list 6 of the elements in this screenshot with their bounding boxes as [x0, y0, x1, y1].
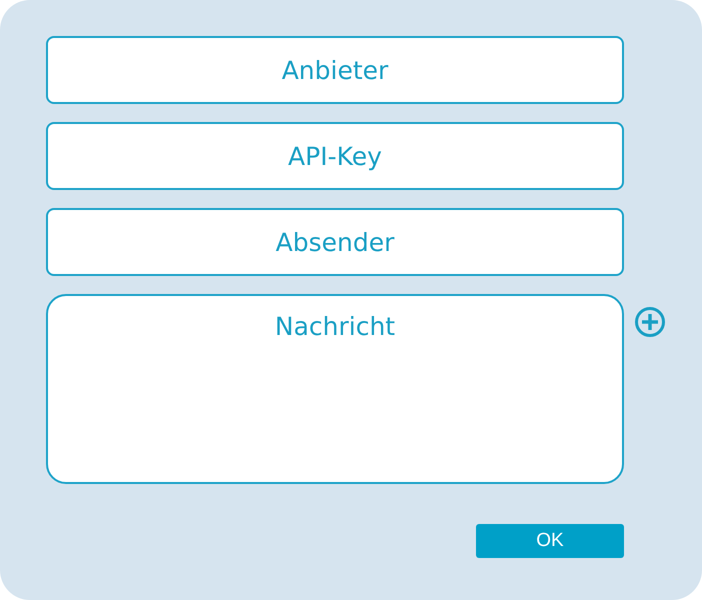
add-icon[interactable] — [634, 306, 666, 338]
input-field[interactable]: API-Key — [46, 122, 624, 190]
message-field[interactable]: Nachricht — [46, 294, 624, 484]
input-field[interactable]: Anbieter — [46, 36, 624, 104]
input-field[interactable]: Absender — [46, 208, 624, 276]
ok-button[interactable]: OK — [476, 524, 624, 558]
